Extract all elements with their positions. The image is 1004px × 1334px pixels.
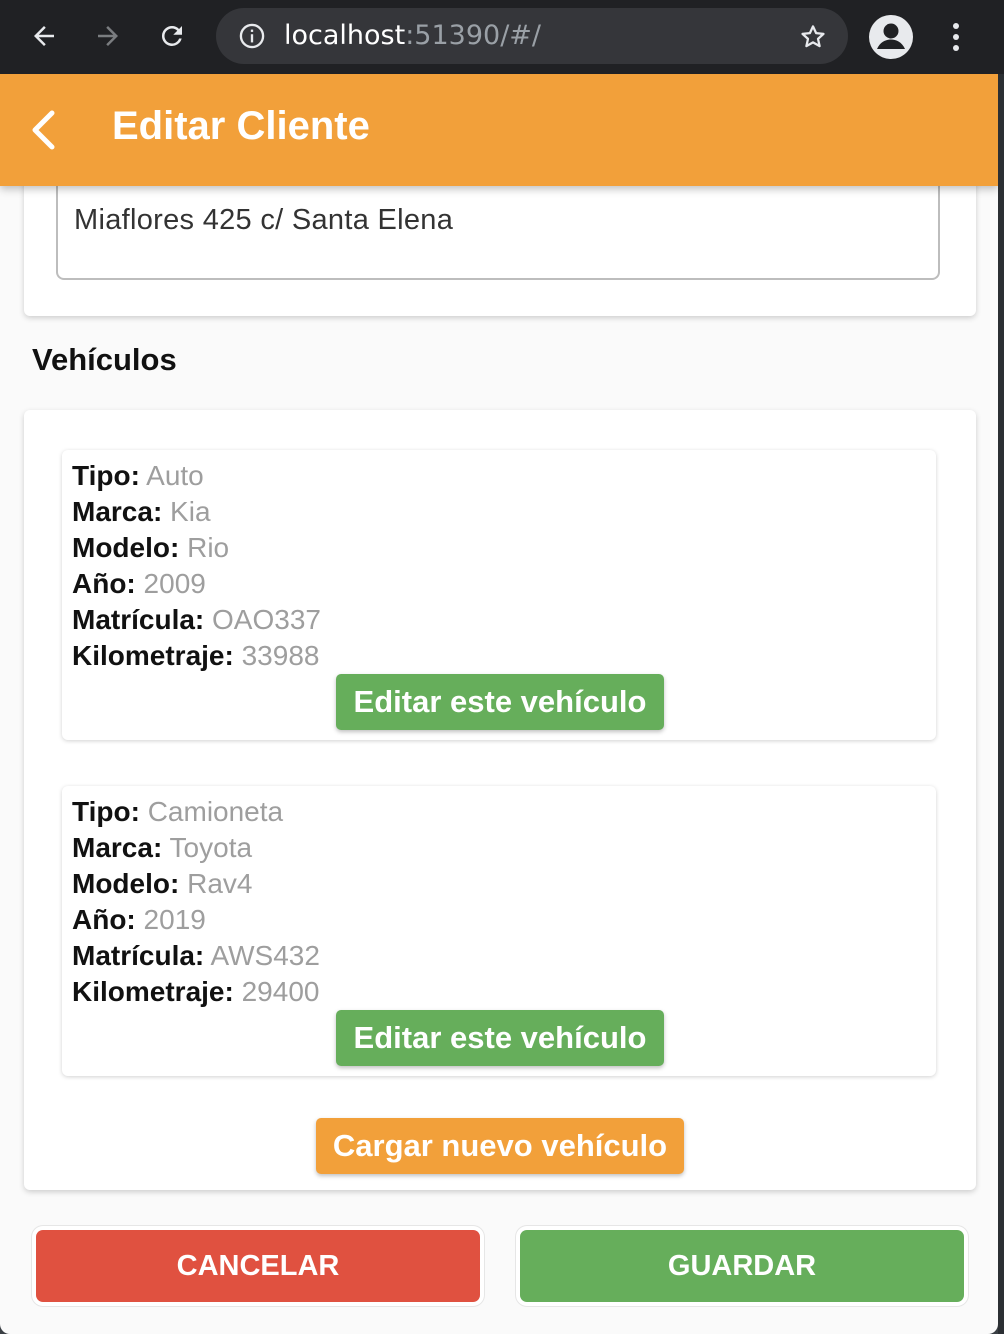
url-host: localhost (284, 20, 406, 51)
vehicle-year-row: Año: 2019 (72, 902, 206, 938)
reload-icon[interactable] (150, 14, 194, 58)
vehicle-card: Tipo: Auto Marca: Kia Modelo: Rio Año: 2… (62, 450, 936, 740)
back-arrow-icon[interactable] (22, 14, 66, 58)
vehicle-card: Tipo: Camioneta Marca: Toyota Modelo: Ra… (62, 786, 936, 1076)
url-path: :51390/#/ (405, 20, 542, 51)
profile-avatar-icon[interactable] (868, 14, 914, 60)
model-value: Rio (187, 532, 230, 563)
vehicle-mileage-row: Kilometraje: 29400 (72, 974, 319, 1010)
model-value: Rav4 (187, 868, 253, 899)
type-value: Camioneta (147, 796, 284, 827)
year-value: 2019 (143, 904, 206, 935)
browser-toolbar: localhost:51390/#/ (0, 0, 1004, 74)
type-value: Auto (146, 460, 204, 491)
plate-label: Matrícula: (72, 940, 205, 971)
url-text[interactable]: localhost:51390/#/ (284, 20, 541, 51)
page-edge (998, 74, 1004, 1334)
add-vehicle-button[interactable]: Cargar nuevo vehículo (316, 1118, 684, 1174)
model-label: Modelo: (72, 532, 180, 563)
mileage-label: Kilometraje: (72, 976, 234, 1007)
type-label: Tipo: (72, 796, 140, 827)
forward-arrow-icon[interactable] (86, 14, 130, 58)
vehicles-card: Tipo: Auto Marca: Kia Modelo: Rio Año: 2… (24, 410, 976, 1190)
year-label: Año: (72, 904, 136, 935)
vehicle-type-row: Tipo: Auto (72, 458, 204, 494)
year-value: 2009 (143, 568, 206, 599)
vehicle-type-row: Tipo: Camioneta (72, 794, 283, 830)
app-screen: Editar Cliente Miaflores 425 c/ Santa El… (0, 74, 998, 1334)
more-menu-icon[interactable] (944, 20, 968, 59)
brand-value: Kia (170, 496, 211, 527)
brand-value: Toyota (169, 832, 253, 863)
plate-value: AWS432 (210, 940, 320, 971)
vehicle-model-row: Modelo: Rav4 (72, 866, 252, 902)
vehicle-plate-row: Matrícula: OAO337 (72, 602, 321, 638)
vehicle-brand-row: Marca: Kia (72, 494, 211, 530)
mileage-value: 33988 (241, 640, 320, 671)
year-label: Año: (72, 568, 136, 599)
info-icon[interactable] (238, 22, 266, 55)
cancel-button[interactable]: CANCELAR (36, 1230, 480, 1302)
type-label: Tipo: (72, 460, 140, 491)
edit-vehicle-button[interactable]: Editar este vehículo (336, 674, 664, 730)
vehicles-heading: Vehículos (32, 342, 177, 377)
save-button[interactable]: GUARDAR (520, 1230, 964, 1302)
brand-label: Marca: (72, 496, 163, 527)
vehicle-model-row: Modelo: Rio (72, 530, 229, 566)
plate-label: Matrícula: (72, 604, 205, 635)
model-label: Modelo: (72, 868, 180, 899)
page-title: Editar Cliente (112, 104, 370, 148)
app-bar: Editar Cliente (0, 74, 998, 186)
client-info-card: Miaflores 425 c/ Santa Elena (24, 164, 976, 316)
vehicle-brand-row: Marca: Toyota (72, 830, 252, 866)
vehicle-mileage-row: Kilometraje: 33988 (72, 638, 319, 674)
back-chevron-icon[interactable] (26, 108, 62, 157)
plate-value: OAO337 (212, 604, 321, 635)
star-icon[interactable] (798, 22, 828, 57)
edit-vehicle-button[interactable]: Editar este vehículo (336, 1010, 664, 1066)
brand-label: Marca: (72, 832, 163, 863)
vehicle-year-row: Año: 2009 (72, 566, 206, 602)
address-value[interactable]: Miaflores 425 c/ Santa Elena (74, 204, 453, 237)
mileage-value: 29400 (241, 976, 320, 1007)
vehicle-plate-row: Matrícula: AWS432 (72, 938, 320, 974)
address-bar[interactable]: localhost:51390/#/ (216, 8, 848, 64)
mileage-label: Kilometraje: (72, 640, 234, 671)
